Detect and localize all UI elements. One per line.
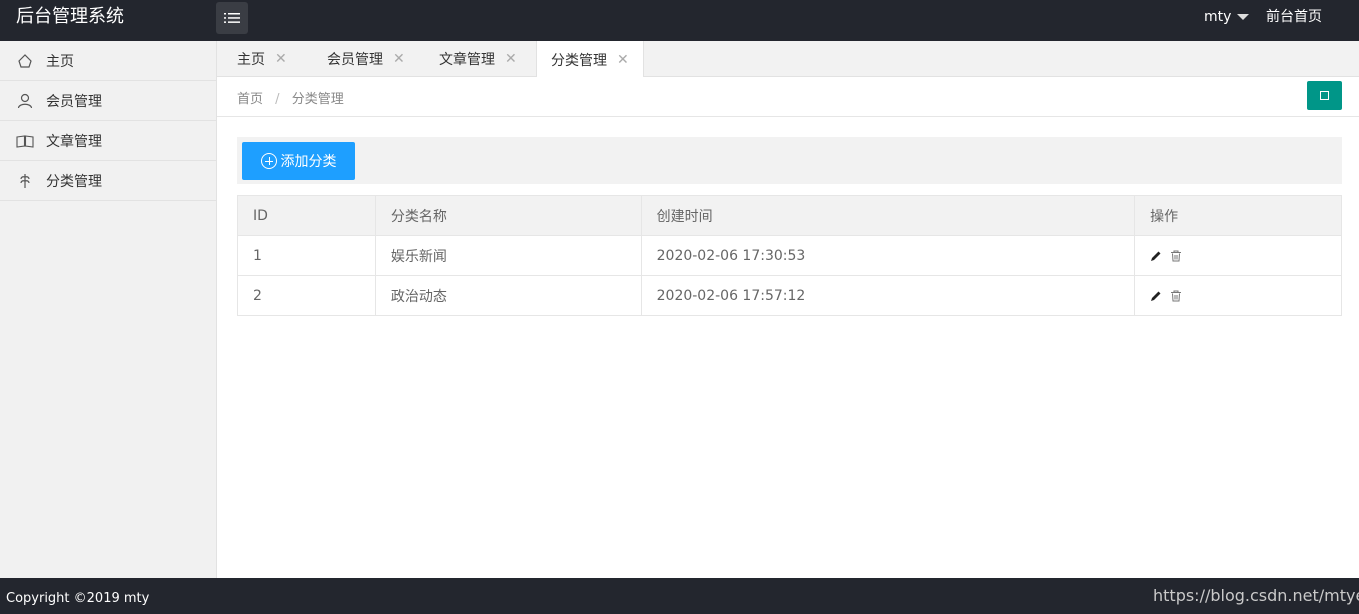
top-header: 后台管理系统 mty 前台首页	[0, 0, 1359, 41]
refresh-icon	[1320, 91, 1329, 100]
tab-label: 文章管理	[439, 52, 495, 68]
footer: Copyright ©2019 mty https://blog.csdn.ne…	[0, 578, 1359, 614]
sidebar-item-label: 主页	[46, 53, 74, 70]
close-icon[interactable]: ✕	[505, 51, 517, 67]
cell-actions	[1134, 275, 1342, 316]
tab-categories[interactable]: 分类管理 ✕	[536, 41, 644, 78]
tab-label: 主页	[237, 52, 265, 68]
category-icon	[16, 172, 34, 190]
cell-id: 1	[237, 235, 376, 276]
breadcrumb-separator: /	[275, 92, 280, 107]
sidebar-item-categories[interactable]: 分类管理	[0, 161, 216, 201]
edit-icon[interactable]	[1150, 250, 1162, 262]
sidebar-item-label: 分类管理	[46, 173, 102, 190]
sidebar-item-home[interactable]: 主页	[0, 41, 216, 81]
menu-toggle-button[interactable]	[216, 2, 248, 34]
sidebar: 主页 会员管理 文章管理 分类管理	[0, 41, 217, 578]
trash-icon[interactable]	[1170, 250, 1182, 262]
column-header-actions: 操作	[1134, 195, 1342, 236]
table-row: 1 娱乐新闻 2020-02-06 17:30:53	[237, 235, 1342, 276]
cell-name: 娱乐新闻	[374, 235, 642, 276]
front-page-link[interactable]: 前台首页	[1266, 8, 1322, 26]
book-icon	[16, 132, 34, 150]
cell-created: 2020-02-06 17:57:12	[640, 275, 1136, 316]
cell-name: 政治动态	[374, 275, 642, 316]
tab-label: 分类管理	[551, 52, 607, 69]
user-name: mty	[1204, 9, 1232, 25]
copyright-text: Copyright ©2019 mty	[6, 591, 150, 606]
toolbar: 添加分类	[237, 137, 1342, 184]
tab-home[interactable]: 主页 ✕	[237, 41, 287, 77]
trash-icon[interactable]	[1170, 290, 1182, 302]
tab-articles[interactable]: 文章管理 ✕	[439, 41, 517, 77]
close-icon[interactable]: ✕	[393, 51, 405, 67]
sidebar-item-label: 文章管理	[46, 133, 102, 150]
watermark-text: https://blog.csdn.net/mtyedu	[1153, 586, 1359, 605]
table-row: 2 政治动态 2020-02-06 17:57:12	[237, 275, 1342, 316]
chevron-down-icon	[1237, 14, 1250, 20]
menu-icon	[224, 13, 240, 23]
user-icon	[16, 92, 34, 110]
sidebar-item-label: 会员管理	[46, 93, 102, 110]
column-header-name: 分类名称	[374, 195, 642, 236]
sidebar-item-members[interactable]: 会员管理	[0, 81, 216, 121]
cell-actions	[1134, 235, 1342, 276]
breadcrumb-current: 分类管理	[291, 92, 344, 107]
tab-members[interactable]: 会员管理 ✕	[327, 41, 405, 77]
breadcrumb: 首页 / 分类管理	[237, 88, 344, 107]
tab-label: 会员管理	[327, 52, 383, 68]
edit-icon[interactable]	[1150, 290, 1162, 302]
home-icon	[16, 52, 34, 70]
category-table: ID 分类名称 创建时间 操作 1 娱乐新闻 2020-02-06 17:30:…	[237, 195, 1342, 316]
refresh-button[interactable]	[1307, 81, 1342, 110]
sidebar-item-articles[interactable]: 文章管理	[0, 121, 216, 161]
user-menu[interactable]: mty	[1204, 8, 1250, 26]
column-header-created: 创建时间	[640, 195, 1136, 236]
table-header-row: ID 分类名称 创建时间 操作	[237, 195, 1342, 236]
app-title: 后台管理系统	[16, 6, 124, 27]
close-icon[interactable]: ✕	[275, 51, 287, 67]
tab-bar: 主页 ✕ 会员管理 ✕ 文章管理 ✕ 分类管理 ✕	[217, 41, 1359, 78]
add-category-label: 添加分类	[280, 154, 337, 170]
plus-circle-icon	[260, 153, 277, 169]
breadcrumb-home[interactable]: 首页	[237, 92, 263, 107]
cell-id: 2	[237, 275, 376, 316]
breadcrumb-bar: 首页 / 分类管理	[217, 77, 1359, 117]
add-category-button[interactable]: 添加分类	[242, 142, 355, 180]
close-icon[interactable]: ✕	[617, 52, 629, 68]
cell-created: 2020-02-06 17:30:53	[640, 235, 1136, 276]
column-header-id: ID	[237, 195, 376, 236]
